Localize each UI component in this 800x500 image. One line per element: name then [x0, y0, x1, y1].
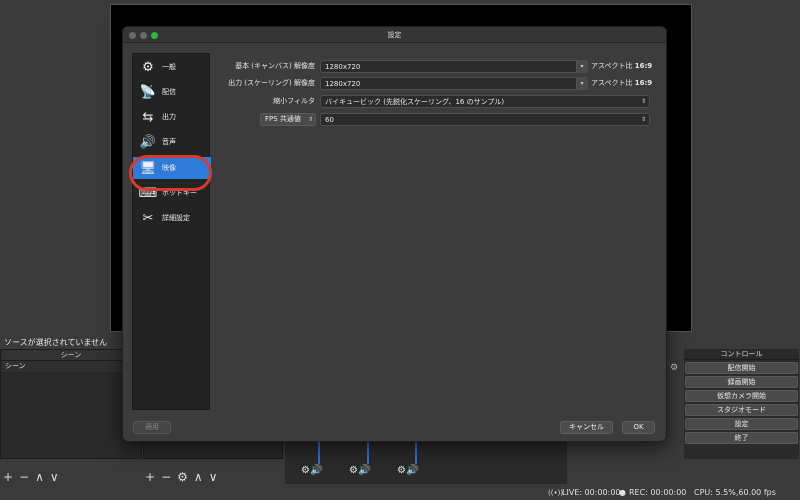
sidebar-item-audio[interactable]: 🔊 音声: [133, 131, 211, 153]
close-window-icon[interactable]: [129, 32, 136, 39]
output-resolution-value: 1280x720: [325, 80, 361, 88]
fps-value-select[interactable]: 60 ⇕: [320, 113, 650, 126]
scenes-toolbar: + − ∧ ∨: [3, 470, 59, 484]
output-aspect-ratio: アスペクト比 16:9: [591, 79, 653, 87]
downscale-filter-select[interactable]: バイキュービック (先鋭化スケーリング、16 のサンプル) ⇕: [320, 95, 650, 108]
rec-timer: REC: 00:00:00: [629, 488, 687, 497]
source-properties-icon[interactable]: ⚙: [177, 470, 188, 484]
status-bar: ((•)) LIVE: 00:00:00 ● REC: 00:00:00 CPU…: [0, 486, 800, 500]
fps-value: 60: [325, 116, 334, 124]
downscale-filter-value: バイキュービック (先鋭化スケーリング、16 のサンプル): [325, 98, 505, 106]
chevron-updown-icon: ⇕: [640, 98, 647, 105]
downscale-filter-label: 縮小フィルタ: [273, 97, 315, 105]
output-resolution-row: 出力 (スケーリング) 解像度 1280x720 ▾ アスペクト比 16:9: [123, 77, 666, 90]
transition-gear-icon[interactable]: ⚙: [670, 363, 678, 373]
add-source-button[interactable]: +: [145, 470, 155, 484]
dialog-title: 設定: [387, 31, 402, 39]
minimize-window-icon[interactable]: [140, 32, 147, 39]
move-up-button[interactable]: ∧: [35, 470, 44, 484]
chevron-updown-icon: ⇕: [640, 116, 647, 123]
base-aspect-ratio: アスペクト比 16:9: [591, 62, 653, 70]
speaker-icon: 🔊: [139, 134, 157, 150]
base-resolution-label: 基本 (キャンバス) 解像度: [235, 62, 315, 70]
downscale-filter-row: 縮小フィルタ バイキュービック (先鋭化スケーリング、16 のサンプル) ⇕: [123, 95, 666, 108]
base-resolution-combo[interactable]: 1280x720 ▾: [320, 60, 588, 73]
zoom-window-icon[interactable]: [151, 32, 158, 39]
source-move-down-button[interactable]: ∨: [209, 470, 218, 484]
chevron-down-icon: ▾: [576, 61, 587, 72]
chevron-down-icon: ▾: [576, 78, 587, 89]
live-indicator-icon: ((•)): [548, 489, 564, 497]
output-resolution-label: 出力 (スケーリング) 解像度: [228, 79, 315, 87]
exit-button[interactable]: 終了: [685, 432, 798, 444]
fps-mode-value: FPS 共通値: [265, 115, 301, 123]
audio-mixer: ⚙🔊 ⚙🔊 ⚙🔊: [285, 440, 567, 484]
mixer-channel-controls[interactable]: ⚙🔊: [397, 465, 418, 476]
chevron-updown-icon: ⇕: [307, 116, 313, 123]
mixer-meter: [367, 442, 369, 464]
remove-source-button[interactable]: −: [161, 470, 171, 484]
settings-dialog: 設定 ⚙ 一般 📡 配信 ⇆ 出力 🔊 音声 🖥 映像 ⌨ ホットキー ✂ 詳細…: [122, 26, 667, 442]
start-recording-button[interactable]: 録画開始: [685, 376, 798, 388]
remove-scene-button[interactable]: −: [19, 470, 29, 484]
tools-icon: ✂: [142, 210, 154, 226]
controls-header: コントロール: [684, 349, 799, 360]
source-move-up-button[interactable]: ∧: [194, 470, 203, 484]
controls-dock: コントロール 配信開始 録画開始 仮想カメラ開始 スタジオモード 設定 終了: [684, 349, 799, 459]
sources-toolbar: + − ⚙ ∧ ∨: [145, 470, 217, 484]
sidebar-item-label: 詳細設定: [162, 214, 190, 222]
base-resolution-value: 1280x720: [325, 63, 361, 71]
ok-button[interactable]: OK: [622, 421, 655, 434]
mixer-channel-controls[interactable]: ⚙🔊: [301, 465, 322, 476]
obs-main-window: ソースが選択されていません シーン シーン + − ∧ ∨ + − ⚙ ∧ ∨ …: [0, 0, 800, 500]
mixer-channel-controls[interactable]: ⚙🔊: [349, 465, 370, 476]
apply-button[interactable]: 適用: [133, 421, 171, 434]
settings-button[interactable]: 設定: [685, 418, 798, 430]
scenes-header: シーン: [1, 350, 141, 361]
cancel-button[interactable]: キャンセル: [560, 421, 613, 434]
live-timer: LIVE: 00:00:00: [562, 488, 621, 497]
fps-mode-select[interactable]: FPS 共通値 ⇕: [260, 113, 316, 126]
studio-mode-button[interactable]: スタジオモード: [685, 404, 798, 416]
base-resolution-row: 基本 (キャンバス) 解像度 1280x720 ▾ アスペクト比 16:9: [123, 60, 666, 73]
source-status-text: ソースが選択されていません: [4, 338, 108, 347]
mixer-meter: [318, 442, 320, 464]
sidebar-item-label: 音声: [162, 138, 176, 146]
cpu-fps-status: CPU: 5.5%,60.00 fps: [694, 488, 776, 497]
start-streaming-button[interactable]: 配信開始: [685, 362, 798, 374]
scene-list-item[interactable]: シーン: [1, 361, 141, 373]
annotation-highlight-ring: [129, 155, 212, 191]
start-virtual-camera-button[interactable]: 仮想カメラ開始: [685, 390, 798, 402]
rec-indicator-icon: ●: [619, 488, 626, 497]
fps-row: FPS 共通値 ⇕ 60 ⇕: [123, 113, 666, 126]
output-resolution-combo[interactable]: 1280x720 ▾: [320, 77, 588, 90]
move-down-button[interactable]: ∨: [50, 470, 59, 484]
scenes-dock: シーン シーン: [0, 349, 142, 459]
dialog-titlebar: 設定: [123, 27, 666, 43]
add-scene-button[interactable]: +: [3, 470, 13, 484]
mixer-meter: [415, 442, 417, 464]
sidebar-item-advanced[interactable]: ✂ 詳細設定: [133, 207, 211, 229]
